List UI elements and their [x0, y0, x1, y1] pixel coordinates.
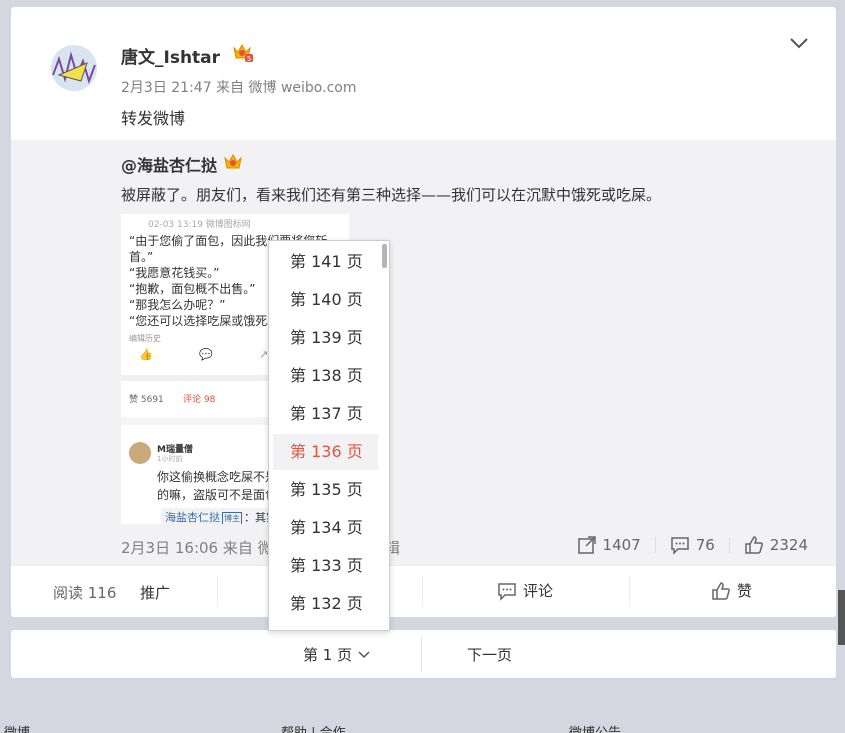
- divider: [629, 576, 630, 606]
- post-text: 转发微博: [121, 109, 186, 128]
- share-icon: [577, 536, 596, 554]
- repost-comment-button[interactable]: 76: [670, 535, 715, 555]
- post-username[interactable]: 唐文_Ishtar: [121, 43, 220, 68]
- image-comment-icon: 💬: [199, 348, 213, 361]
- page-dropdown[interactable]: 第 141 页 第 140 页 第 139 页 第 138 页 第 137 页 …: [268, 240, 390, 631]
- like-label: 赞: [737, 582, 753, 600]
- image-text-line: “您还可以选择吃屎或饿死。: [129, 314, 280, 328]
- comment-icon: [670, 537, 689, 555]
- divider: [728, 537, 730, 553]
- repost-text: 被屏蔽了。朋友们，看来我们还有第三种选择——我们可以在沉默中饿死或吃屎。: [121, 186, 662, 204]
- page-option[interactable]: 第 134 页: [273, 510, 378, 546]
- image-text-line: “抱歉，面包概不出售。”: [129, 282, 256, 296]
- repost-username[interactable]: @海盐杏仁挞: [121, 152, 217, 176]
- repost-like-button[interactable]: 2324: [744, 535, 808, 555]
- divider: [217, 576, 218, 606]
- image-comment-quote: 海盐杏仁挞 博主 ：其实: [161, 508, 281, 524]
- comment-icon: [498, 582, 516, 601]
- divider: [422, 576, 423, 606]
- repost-share-button[interactable]: 1407: [577, 535, 641, 555]
- footer-link[interactable]: 微博: [4, 722, 30, 733]
- image-comment-text: 的嘛，盗版可不是面包: [157, 488, 278, 502]
- page-option-selected[interactable]: 第 136 页: [273, 434, 378, 470]
- pagination: 第 1 页 下一页: [11, 630, 836, 678]
- image-quote-link: 海盐杏仁挞: [165, 511, 220, 524]
- page-option[interactable]: 第 141 页: [273, 244, 378, 280]
- image-like-icon: 👍: [139, 348, 153, 361]
- vip-badge-icon[interactable]: 5: [231, 41, 253, 67]
- footer-link[interactable]: 微博公告: [569, 722, 621, 733]
- image-likes-count: 赞 5691: [129, 395, 164, 405]
- crown-badge-icon[interactable]: [222, 150, 244, 176]
- avatar-image: [51, 45, 97, 91]
- comment-button[interactable]: 评论: [497, 580, 553, 601]
- image-comments-count: 评论 98: [183, 395, 216, 405]
- chevron-down-icon[interactable]: [788, 35, 810, 51]
- image-text-line: 首。”: [129, 250, 154, 264]
- image-share-icon: ↗: [259, 348, 269, 361]
- divider: [654, 537, 656, 553]
- promote-button[interactable]: 推广: [140, 582, 170, 603]
- next-page-button[interactable]: 下一页: [467, 644, 512, 665]
- image-text-line: “那我怎么办呢？”: [129, 298, 226, 312]
- page-select-label: 第 1 页: [303, 646, 353, 664]
- svg-text:5: 5: [247, 55, 251, 63]
- read-count: 阅读 116: [53, 584, 117, 602]
- page-option[interactable]: 第 133 页: [273, 548, 378, 584]
- repost-share-count: 1407: [602, 536, 641, 554]
- page-option[interactable]: 第 139 页: [273, 320, 378, 356]
- image-quote-tag: 博主: [222, 512, 242, 524]
- dropdown-scrollbar[interactable]: [382, 244, 387, 268]
- image-comment-avatar: [129, 442, 151, 464]
- page-select[interactable]: 第 1 页: [303, 644, 370, 665]
- post-meta: 2月3日 21:47 来自 微博 weibo.com: [121, 80, 357, 96]
- avatar[interactable]: [51, 45, 97, 91]
- image-comment-text: 你这偷换概念吃屎不是: [157, 470, 278, 484]
- page-option[interactable]: 第 140 页: [273, 282, 378, 318]
- page-option[interactable]: 第 137 页: [273, 396, 378, 432]
- like-button[interactable]: 赞: [711, 580, 752, 601]
- page-scrollbar[interactable]: [838, 590, 845, 645]
- image-text-line: “我愿意花钱买。”: [129, 266, 220, 280]
- repost-like-count: 2324: [769, 536, 808, 554]
- post-action-bar: 阅读 116 推广 评论 赞: [11, 565, 836, 617]
- chevron-down-icon: [358, 650, 370, 658]
- comment-label: 评论: [523, 582, 554, 600]
- image-edit-history: 编辑历史: [129, 334, 161, 343]
- page-option[interactable]: 第 132 页: [273, 586, 378, 622]
- thumbs-up-icon: [712, 581, 730, 600]
- image-date: 02-03 13:19 微博图标网: [148, 220, 251, 230]
- repost-block: @海盐杏仁挞 被屏蔽了。朋友们，看来我们还有第三种选择——我们可以在沉默中饿死或…: [11, 140, 836, 565]
- image-comment-time: 1小时前: [157, 455, 183, 463]
- post-card: 唐文_Ishtar 5 2月3日 21:47 来自 微博 weibo.com 转…: [11, 7, 836, 617]
- page-option[interactable]: 第 135 页: [273, 472, 378, 508]
- repost-actions: 1407 76 2324: [577, 535, 808, 555]
- repost-date: 2月3日 16:06 来自 微: [121, 539, 273, 557]
- page-option[interactable]: 第 138 页: [273, 358, 378, 394]
- repost-comment-count: 76: [695, 536, 715, 554]
- thumbs-up-icon: [745, 536, 763, 554]
- footer-link[interactable]: 帮助 | 合作: [281, 722, 346, 733]
- divider: [421, 636, 422, 672]
